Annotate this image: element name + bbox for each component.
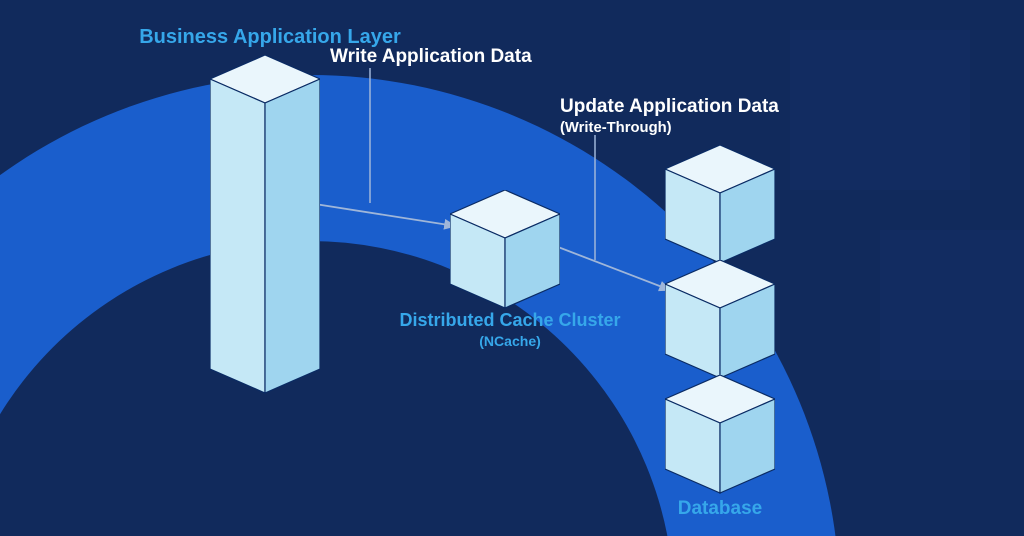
database-cube-bottom bbox=[665, 375, 775, 495]
business-layer-column bbox=[210, 55, 320, 385]
diagram-canvas: Business Application Layer Write Applica… bbox=[0, 0, 1024, 536]
cache-cluster-cube bbox=[450, 190, 560, 310]
database-cube-top bbox=[665, 145, 775, 265]
label-update-data-text: Update Application Data bbox=[560, 96, 779, 117]
label-business-layer: Business Application Layer bbox=[120, 26, 420, 49]
database-cube-middle bbox=[665, 260, 775, 380]
label-write-data: Write Application Data bbox=[330, 46, 610, 68]
